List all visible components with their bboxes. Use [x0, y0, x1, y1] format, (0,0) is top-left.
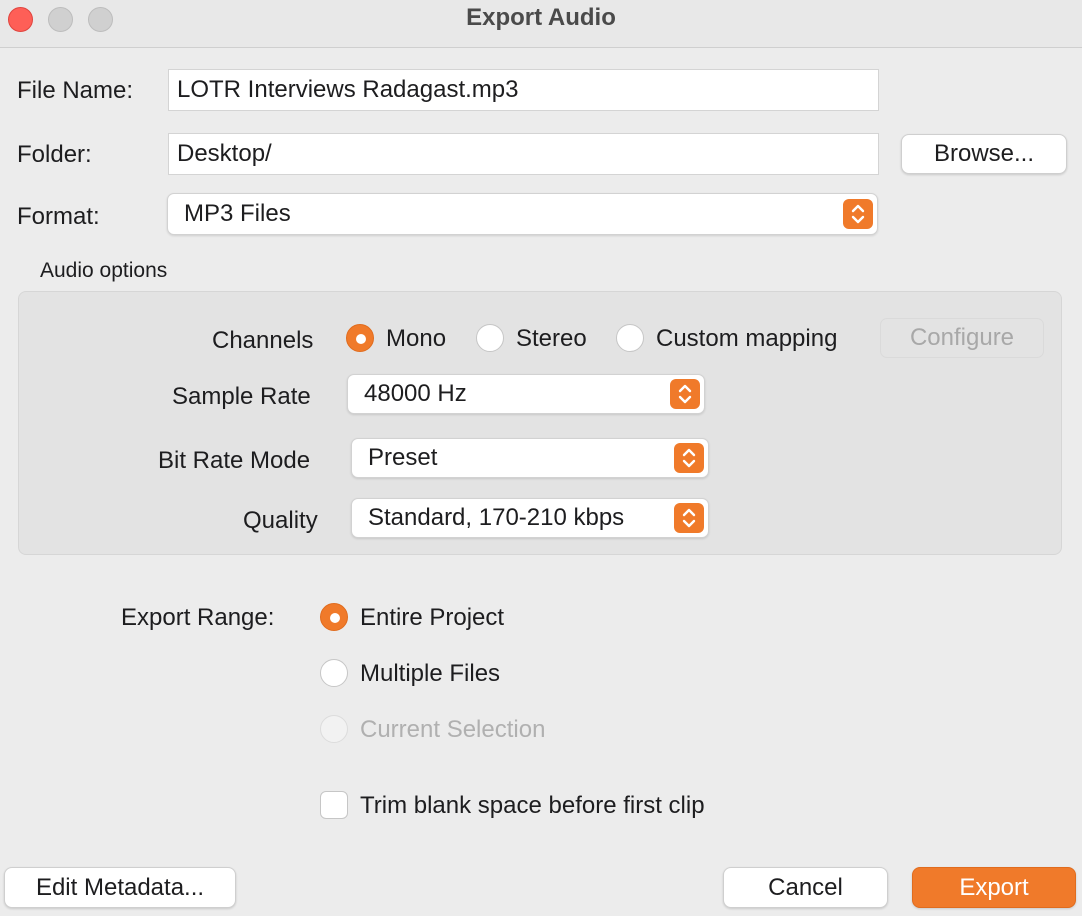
chevron-up-down-icon	[843, 199, 873, 229]
quality-selected: Standard, 170-210 kbps	[368, 504, 625, 531]
file-name-label: File Name:	[17, 77, 134, 104]
configure-button[interactable]: Configure	[880, 318, 1044, 358]
export-button[interactable]: Export	[912, 867, 1076, 908]
folder-input[interactable]: Desktop/	[168, 133, 879, 175]
audio-options-heading: Audio options	[40, 259, 168, 282]
sample-rate-label: Sample Rate	[172, 383, 311, 410]
format-selected: MP3 Files	[184, 200, 291, 227]
cancel-button[interactable]: Cancel	[723, 867, 888, 908]
sample-rate-selected: 48000 Hz	[364, 380, 467, 407]
radio-entire-project[interactable]	[320, 603, 348, 631]
format-select[interactable]: MP3 Files	[167, 193, 878, 235]
radio-custom-mapping[interactable]	[616, 324, 644, 352]
radio-entire-project-label[interactable]: Entire Project	[360, 604, 504, 632]
trim-checkbox-label[interactable]: Trim blank space before first clip	[360, 792, 705, 820]
radio-stereo[interactable]	[476, 324, 504, 352]
file-name-value: LOTR Interviews Radagast.mp3	[177, 76, 519, 103]
radio-mono[interactable]	[346, 324, 374, 352]
edit-metadata-button[interactable]: Edit Metadata...	[4, 867, 236, 908]
window-title: Export Audio	[466, 4, 616, 31]
quality-select[interactable]: Standard, 170-210 kbps	[351, 498, 709, 538]
folder-value: Desktop/	[177, 140, 272, 167]
bit-rate-mode-select[interactable]: Preset	[351, 438, 709, 478]
bit-rate-mode-label: Bit Rate Mode	[158, 447, 311, 474]
radio-multiple-files[interactable]	[320, 659, 348, 687]
chevron-up-down-icon	[674, 503, 704, 533]
radio-current-selection[interactable]	[320, 715, 348, 743]
folder-label: Folder:	[17, 141, 92, 168]
quality-label: Quality	[243, 507, 318, 534]
title-bar: Export Audio	[0, 0, 1082, 48]
channels-label: Channels	[212, 327, 314, 354]
radio-custom-mapping-label[interactable]: Custom mapping	[656, 325, 837, 353]
browse-button[interactable]: Browse...	[901, 134, 1067, 174]
sample-rate-select[interactable]: 48000 Hz	[347, 374, 705, 414]
radio-current-selection-label[interactable]: Current Selection	[360, 716, 545, 744]
format-label: Format:	[17, 203, 100, 230]
radio-multiple-files-label[interactable]: Multiple Files	[360, 660, 500, 688]
radio-mono-label[interactable]: Mono	[386, 325, 446, 353]
chevron-up-down-icon	[670, 379, 700, 409]
trim-checkbox[interactable]	[320, 791, 348, 819]
radio-stereo-label[interactable]: Stereo	[516, 325, 587, 353]
bit-rate-mode-selected: Preset	[368, 444, 438, 471]
chevron-up-down-icon	[674, 443, 704, 473]
file-name-input[interactable]: LOTR Interviews Radagast.mp3	[168, 69, 879, 111]
export-range-label: Export Range:	[121, 604, 275, 631]
